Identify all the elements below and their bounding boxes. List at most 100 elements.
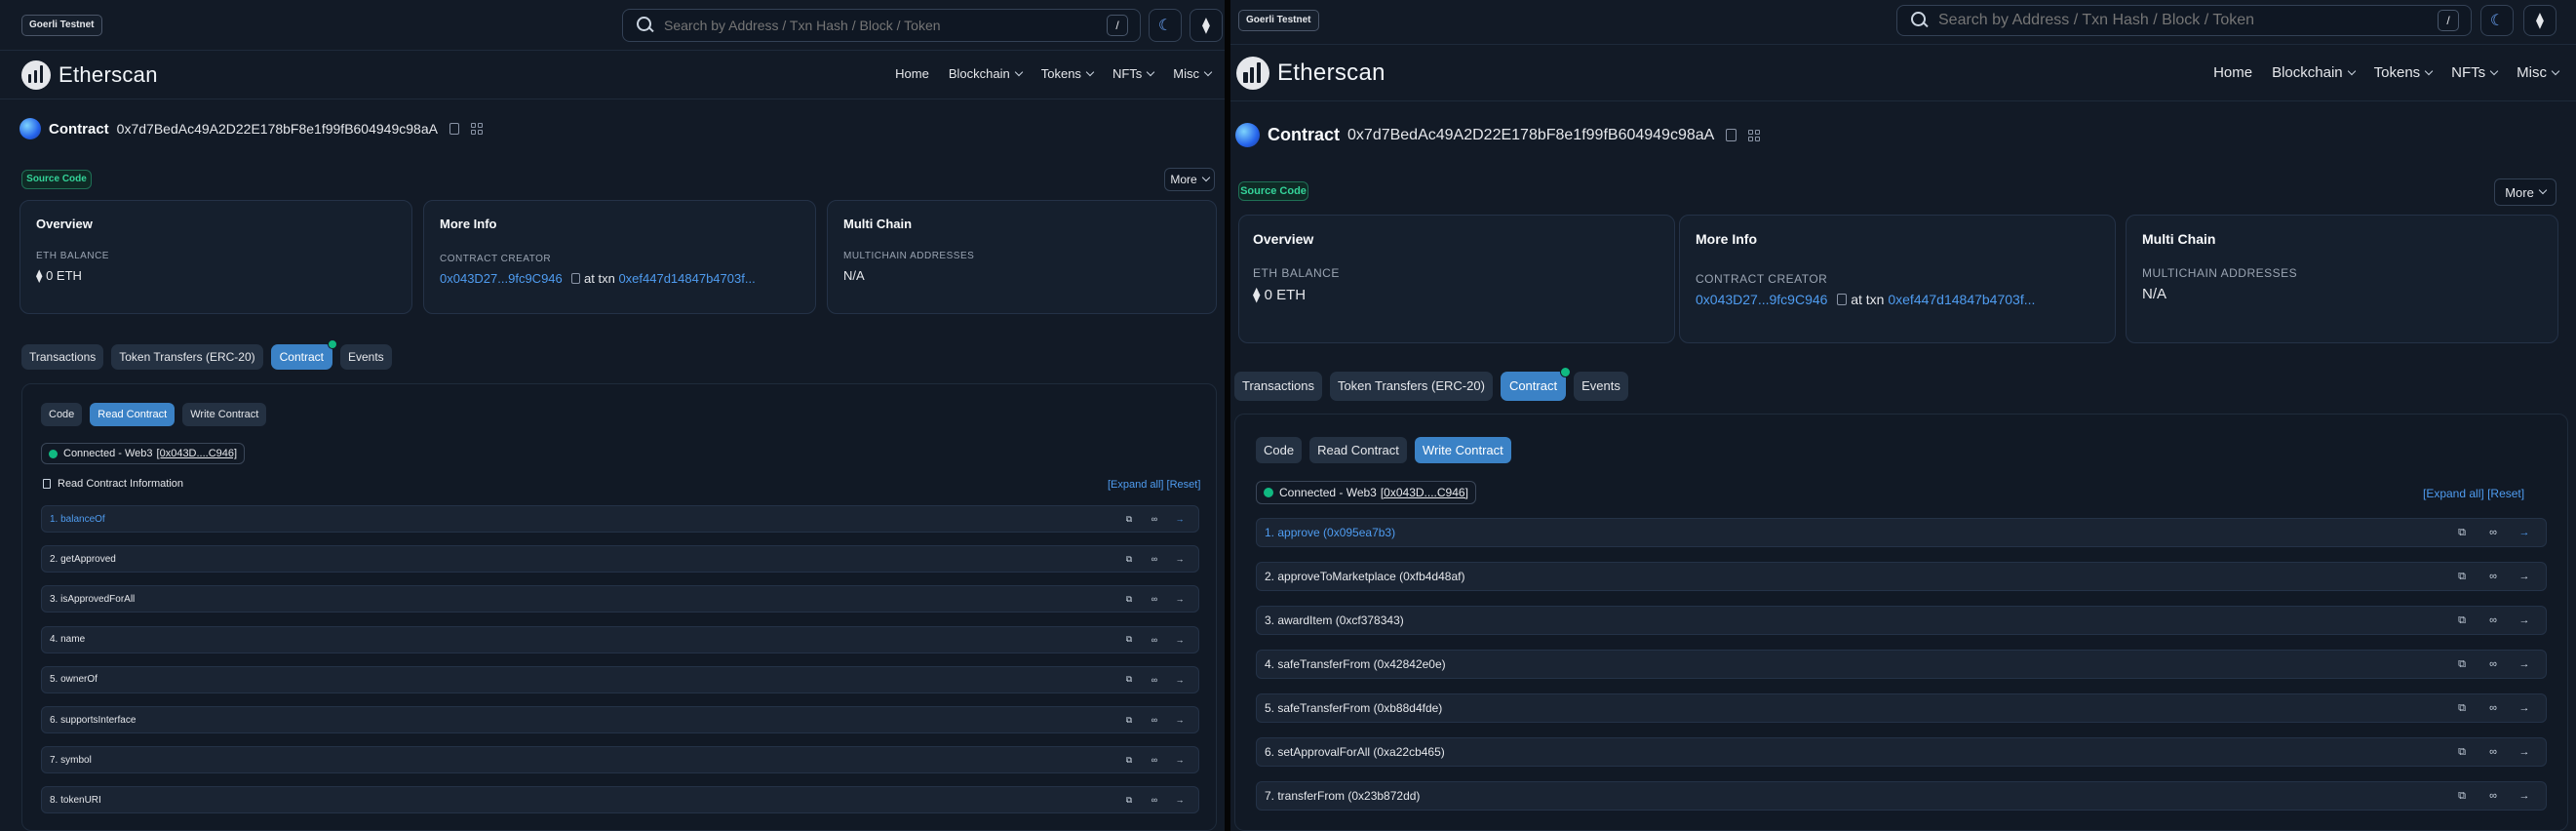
function-row[interactable]: 3. isApprovedForAll ⧉ ∞ → bbox=[41, 585, 1199, 613]
link-icon[interactable]: ∞ bbox=[1142, 795, 1167, 805]
function-row[interactable]: 4. safeTransferFrom (0x42842e0e) ⧉ ∞ → bbox=[1256, 650, 2547, 679]
copy-icon[interactable]: ⧉ bbox=[1116, 634, 1142, 645]
subtab-code[interactable]: Code bbox=[41, 403, 83, 426]
function-row[interactable]: 8. tokenURI ⧉ ∞ → bbox=[41, 786, 1199, 814]
arrow-right-icon[interactable]: → bbox=[2509, 658, 2540, 670]
subtab-write-contract[interactable]: Write Contract bbox=[1414, 437, 1511, 463]
link-icon[interactable]: ∞ bbox=[1142, 755, 1167, 765]
function-row[interactable]: 7. symbol ⧉ ∞ → bbox=[41, 746, 1199, 774]
more-button[interactable]: More bbox=[1164, 168, 1215, 191]
link-icon[interactable]: ∞ bbox=[2478, 702, 2509, 714]
arrow-right-icon[interactable]: → bbox=[1167, 554, 1192, 564]
nav-blockchain[interactable]: Blockchain bbox=[2272, 64, 2356, 81]
function-name[interactable]: 7. transferFrom (0x23b872dd) bbox=[1265, 789, 2446, 803]
function-name[interactable]: 3. awardItem (0xcf378343) bbox=[1265, 613, 2446, 627]
nav-nfts[interactable]: NFTs bbox=[2451, 64, 2499, 81]
copy-icon[interactable]: ⧉ bbox=[1116, 594, 1142, 605]
copy-icon[interactable]: ⧉ bbox=[1116, 755, 1142, 766]
etherscan-logo[interactable]: Etherscan bbox=[1236, 57, 1386, 90]
link-icon[interactable]: ∞ bbox=[1142, 635, 1167, 645]
link-icon[interactable]: ∞ bbox=[2478, 790, 2509, 802]
function-name[interactable]: 7. symbol bbox=[50, 755, 1116, 766]
link-icon[interactable]: ∞ bbox=[1142, 675, 1167, 685]
tab-token-transfers[interactable]: Token Transfers (ERC-20) bbox=[111, 344, 263, 370]
expand-all-link[interactable]: [Expand all] bbox=[1108, 479, 1163, 491]
more-button[interactable]: More bbox=[2494, 178, 2556, 206]
copy-icon[interactable]: ⧉ bbox=[1116, 795, 1142, 806]
arrow-right-icon[interactable]: → bbox=[1167, 635, 1192, 645]
qr-code-icon[interactable] bbox=[1748, 129, 1761, 141]
tab-events[interactable]: Events bbox=[1574, 372, 1628, 401]
function-name[interactable]: 5. ownerOf bbox=[50, 674, 1116, 685]
arrow-right-icon[interactable]: → bbox=[2509, 571, 2540, 582]
copy-icon[interactable]: ⧉ bbox=[2446, 746, 2478, 759]
link-icon[interactable]: ∞ bbox=[1142, 594, 1167, 604]
function-row[interactable]: 1. balanceOf ⧉ ∞ → bbox=[41, 505, 1199, 533]
copy-icon[interactable]: ⧉ bbox=[2446, 614, 2478, 627]
arrow-right-icon[interactable]: → bbox=[1167, 675, 1192, 685]
arrow-right-icon[interactable]: → bbox=[2509, 702, 2540, 714]
arrow-right-icon[interactable]: → bbox=[1167, 514, 1192, 524]
copy-icon[interactable]: ⧉ bbox=[2446, 790, 2478, 803]
arrow-right-icon[interactable]: → bbox=[1167, 594, 1192, 604]
network-badge[interactable]: Goerli Testnet bbox=[21, 15, 102, 36]
function-row[interactable]: 7. transferFrom (0x23b872dd) ⧉ ∞ → bbox=[1256, 781, 2547, 811]
function-row[interactable]: 2. getApproved ⧉ ∞ → bbox=[41, 545, 1199, 574]
creation-txn-link[interactable]: 0xef447d14847b4703f... bbox=[1888, 292, 2035, 307]
tab-transactions[interactable]: Transactions bbox=[1234, 372, 1322, 401]
function-row[interactable]: 5. safeTransferFrom (0xb88d4fde) ⧉ ∞ → bbox=[1256, 693, 2547, 723]
search-bar[interactable]: / bbox=[1896, 5, 2472, 36]
nav-blockchain[interactable]: Blockchain bbox=[949, 66, 1023, 81]
subtab-read-contract[interactable]: Read Contract bbox=[1309, 437, 1407, 463]
function-name[interactable]: 1. approve (0x095ea7b3) bbox=[1265, 526, 2446, 539]
link-icon[interactable]: ∞ bbox=[1142, 514, 1167, 524]
tab-contract[interactable]: Contract bbox=[270, 339, 337, 370]
copy-icon[interactable]: ⧉ bbox=[2446, 571, 2478, 583]
arrow-right-icon[interactable]: → bbox=[2509, 790, 2540, 802]
nav-nfts[interactable]: NFTs bbox=[1112, 66, 1155, 81]
search-input[interactable] bbox=[1931, 12, 2438, 29]
tab-transactions[interactable]: Transactions bbox=[21, 344, 104, 370]
qr-code-icon[interactable] bbox=[470, 123, 483, 135]
function-name[interactable]: 2. approveToMarketplace (0xfb4d48af) bbox=[1265, 570, 2446, 583]
copy-icon[interactable]: ⧉ bbox=[1116, 554, 1142, 565]
creator-address-link[interactable]: 0x043D27...9fc9C946 bbox=[1696, 292, 1827, 307]
subtab-code[interactable]: Code bbox=[1256, 437, 1303, 463]
arrow-right-icon[interactable]: → bbox=[1167, 755, 1192, 765]
tab-contract[interactable]: Contract bbox=[1500, 367, 1572, 401]
network-badge[interactable]: Goerli Testnet bbox=[1238, 10, 1319, 31]
creation-txn-link[interactable]: 0xef447d14847b4703f... bbox=[618, 271, 755, 286]
nav-misc[interactable]: Misc bbox=[1173, 66, 1213, 81]
function-name[interactable]: 1. balanceOf bbox=[50, 514, 1116, 525]
tab-token-transfers[interactable]: Token Transfers (ERC-20) bbox=[1329, 372, 1493, 401]
copy-icon[interactable] bbox=[449, 123, 459, 135]
function-row[interactable]: 5. ownerOf ⧉ ∞ → bbox=[41, 665, 1199, 693]
etherscan-logo[interactable]: Etherscan bbox=[21, 60, 158, 90]
search-bar[interactable]: / bbox=[622, 9, 1141, 42]
arrow-right-icon[interactable]: → bbox=[2509, 527, 2540, 538]
copy-icon[interactable] bbox=[571, 273, 581, 284]
function-row[interactable]: 1. approve (0x095ea7b3) ⧉ ∞ → bbox=[1256, 518, 2547, 547]
function-row[interactable]: 6. supportsInterface ⧉ ∞ → bbox=[41, 706, 1199, 733]
search-input[interactable] bbox=[656, 18, 1107, 33]
connected-web3-button[interactable]: Connected - Web3 [0x043D....C946] bbox=[1256, 481, 1476, 504]
function-name[interactable]: 6. supportsInterface bbox=[50, 715, 1116, 726]
network-switch-button[interactable]: ⧫ bbox=[1190, 9, 1223, 42]
nav-misc[interactable]: Misc bbox=[2517, 64, 2560, 81]
function-row[interactable]: 2. approveToMarketplace (0xfb4d48af) ⧉ ∞ → bbox=[1256, 562, 2547, 591]
creator-address-link[interactable]: 0x043D27...9fc9C946 bbox=[440, 271, 563, 286]
nav-tokens[interactable]: Tokens bbox=[2374, 64, 2434, 81]
copy-icon[interactable]: ⧉ bbox=[1116, 674, 1142, 685]
source-code-badge[interactable]: Source Code bbox=[1238, 181, 1308, 201]
reset-link[interactable]: [Reset] bbox=[2487, 487, 2524, 500]
link-icon[interactable]: ∞ bbox=[2478, 527, 2509, 538]
connected-web3-button[interactable]: Connected - Web3 [0x043D....C946] bbox=[41, 443, 246, 464]
function-row[interactable]: 3. awardItem (0xcf378343) ⧉ ∞ → bbox=[1256, 606, 2547, 635]
arrow-right-icon[interactable]: → bbox=[2509, 614, 2540, 626]
copy-icon[interactable]: ⧉ bbox=[2446, 658, 2478, 671]
link-icon[interactable]: ∞ bbox=[2478, 658, 2509, 670]
copy-icon[interactable]: ⧉ bbox=[1116, 715, 1142, 726]
nav-tokens[interactable]: Tokens bbox=[1041, 66, 1095, 81]
nav-home[interactable]: Home bbox=[895, 66, 929, 81]
reset-link[interactable]: [Reset] bbox=[1167, 479, 1201, 491]
